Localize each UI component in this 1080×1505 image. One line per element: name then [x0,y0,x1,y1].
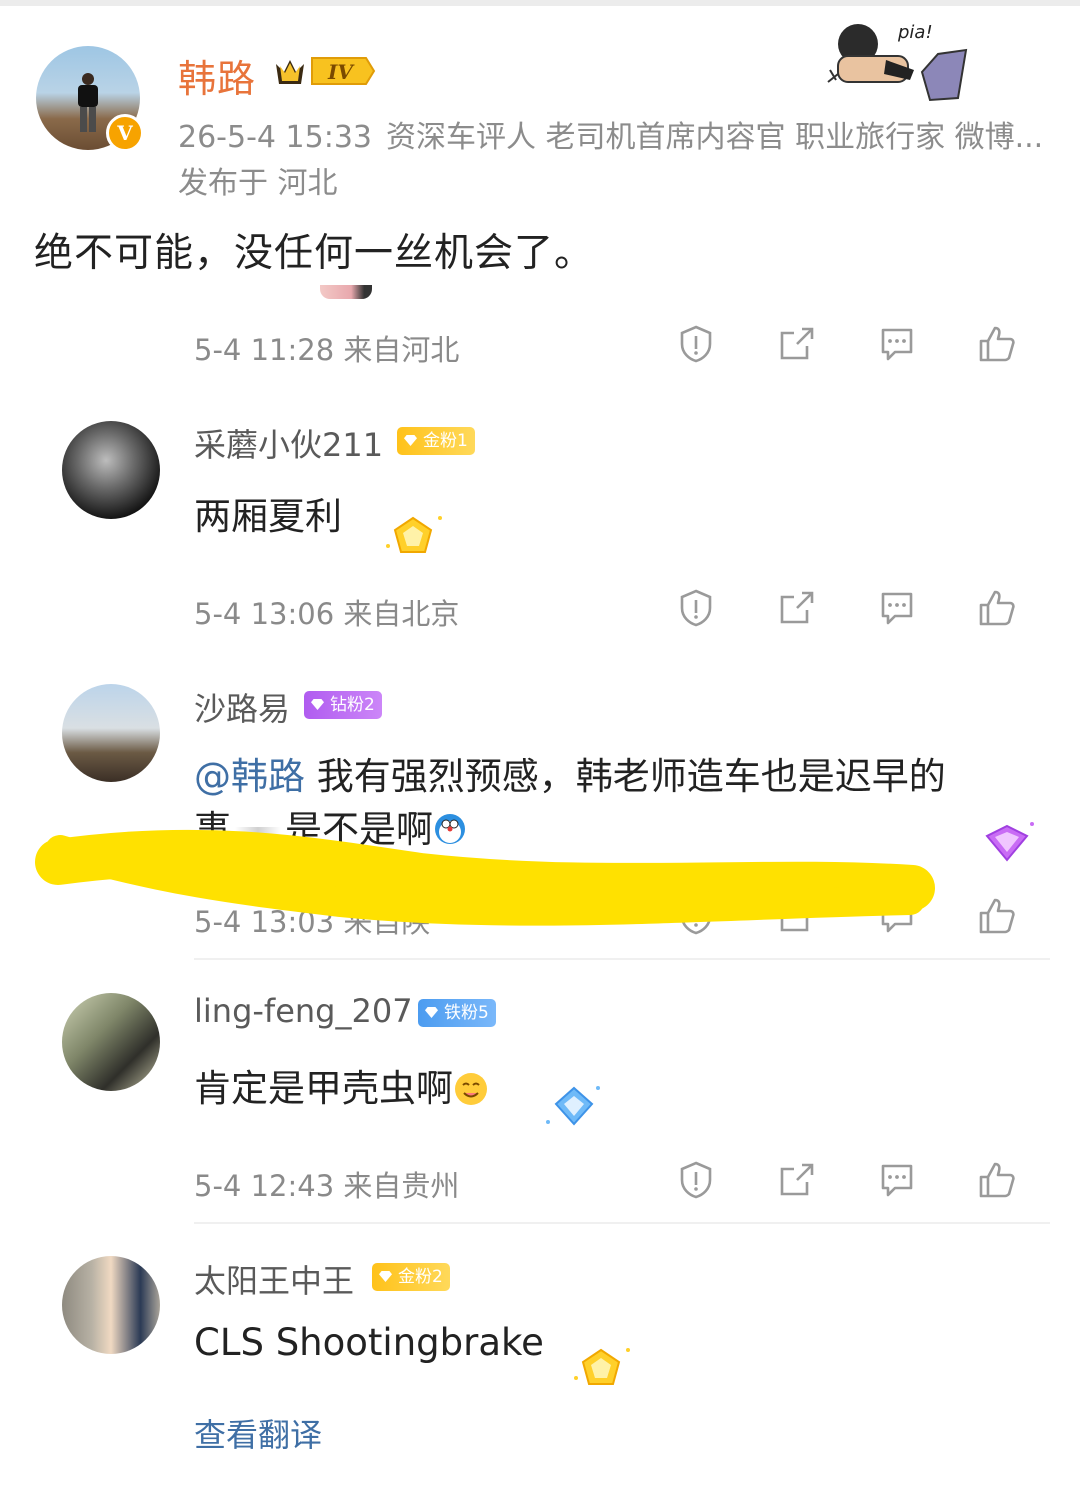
post-timestamp: 5-4 11:28 来自河北 [194,333,460,367]
crown-level-badge-icon: IV [276,57,376,85]
divider [194,958,1050,960]
doraemon-emoji-icon [435,814,465,844]
top-bar [0,0,1080,6]
author-bio: 资深车评人 老司机首席内容官 职业旅行家 微博... [386,120,1044,155]
gold-gem-icon [386,516,442,553]
comment-text: @韩路 我有强烈预感，韩老师造车也是迟早的 [194,746,946,800]
fan-badge: 铁粉5 [418,999,496,1027]
report-button[interactable] [676,588,716,628]
sticker-text: pia! [897,22,933,43]
report-button[interactable] [676,896,716,936]
blue-gem-icon [546,1086,600,1126]
comment-timestamp: 5-4 12:43 来自贵州 [194,1169,460,1203]
post-author-name[interactable]: 韩路 [178,48,256,103]
like-icon [979,326,1015,362]
comment-timestamp: 5-4 13:06 来自北京 [194,597,460,631]
report-icon [680,325,712,363]
commenter-avatar[interactable] [62,993,160,1091]
gold-gem-icon [574,1348,630,1385]
level-text: IV [327,60,355,84]
comment-text: CLS Shootingbrake [194,1321,544,1364]
comment-button[interactable] [877,896,917,936]
avatar-figure-icon [78,73,98,132]
share-icon [780,591,814,624]
comment-text-part: 事 [194,808,231,851]
share-icon [780,899,814,932]
fan-badge: 金粉1 [397,427,475,455]
share-icon [780,327,814,360]
post-time: 26-5-4 15:33 [178,120,372,155]
post-location: 发布于 河北 [178,166,338,201]
post-meta: 26-5-4 15:33 资深车评人 老司机首席内容官 职业旅行家 微博... [178,112,1068,156]
report-button[interactable] [676,1160,716,1200]
like-button[interactable] [977,1160,1017,1200]
fan-badge: 钻粉2 [304,691,382,719]
sticker-fragment-icon [320,285,372,299]
comment-text-line2: 事 是不是啊 [194,799,467,853]
report-icon [680,897,712,935]
comment-icon [881,1164,913,1197]
commenter-avatar[interactable] [62,684,160,782]
drooling-emoji-icon [455,1073,487,1105]
share-button[interactable] [777,588,817,628]
commenter-name[interactable]: 沙路易 [194,684,290,730]
like-icon [979,898,1015,934]
comment-icon [881,592,913,625]
like-button[interactable] [977,588,1017,628]
comment-text-line1: 我有强烈预感，韩老师造车也是迟早的 [305,755,946,798]
comment-text-content: 肯定是甲壳虫啊 [194,1067,453,1110]
like-icon [979,1162,1015,1198]
share-button[interactable] [777,896,817,936]
report-button[interactable] [676,324,716,364]
report-icon [680,589,712,627]
pia-sticker-icon: pia! [827,22,968,102]
blurred-text [235,826,281,837]
fan-badge: 金粉2 [372,1263,450,1291]
comment-text-part: 是不是啊 [285,808,433,851]
comment-icon [881,328,913,361]
view-translation-link[interactable]: 查看翻译 [194,1410,322,1456]
commenter-avatar[interactable] [62,1256,160,1354]
share-button[interactable] [777,1160,817,1200]
commenter-name[interactable]: 太阳王中王 [194,1256,354,1302]
purple-gem-icon [985,822,1034,862]
comment-text: 肯定是甲壳虫啊 [194,1058,489,1112]
like-icon [979,590,1015,626]
comment-text: 两厢夏利 [194,495,342,538]
comment-button[interactable] [877,588,917,628]
share-icon [780,1163,814,1196]
verified-badge-icon: V [106,114,144,152]
comment-icon [881,900,913,933]
share-button[interactable] [777,324,817,364]
mention-link[interactable]: @韩路 [194,755,305,798]
divider [194,1222,1050,1224]
like-button[interactable] [977,324,1017,364]
comment-timestamp: 5-4 13:03 来自陕 [194,905,431,939]
commenter-name[interactable]: 采蘑小伙211 [194,420,383,466]
report-icon [680,1161,712,1199]
commenter-name[interactable]: ling-feng_207 [194,992,413,1030]
commenter-avatar[interactable] [62,421,160,519]
post-text: 绝不可能，没任何一丝机会了。 [34,231,595,276]
like-button[interactable] [977,896,1017,936]
comment-button[interactable] [877,324,917,364]
comment-button[interactable] [877,1160,917,1200]
